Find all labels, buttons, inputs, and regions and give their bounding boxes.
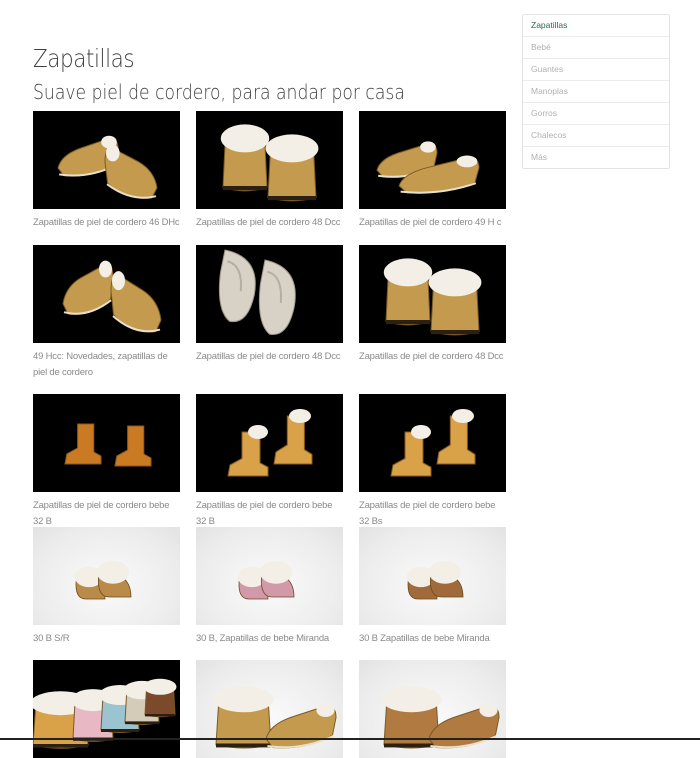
product-image[interactable] (196, 111, 343, 209)
product-caption[interactable]: Zapatillas de piel de cordero 46 DHc (33, 215, 181, 231)
product-image[interactable] (33, 660, 180, 758)
category-sidebar: Zapatillas Bebé Guantes Manoplas Gorros Chale… (522, 14, 670, 169)
product-image[interactable] (33, 111, 180, 209)
product-card[interactable]: Zapatillas de piel de cordero bebe 32 B (33, 394, 181, 530)
product-image[interactable] (33, 527, 180, 625)
product-card[interactable]: Zapatillas de piel de cordero 46 DHc (33, 111, 181, 231)
product-image[interactable] (196, 394, 343, 492)
sidebar-item-1[interactable]: Bebé (523, 37, 669, 59)
product-card[interactable] (359, 660, 507, 758)
product-caption[interactable]: 49 Hcc: Novedades, zapatillas de piel de… (33, 349, 181, 381)
product-image[interactable] (196, 660, 343, 758)
product-image[interactable] (359, 660, 506, 758)
product-caption[interactable]: Zapatillas de piel de cordero 48 Dcc (359, 349, 507, 365)
product-caption[interactable]: 30 B S/R (33, 631, 181, 647)
sidebar-item-3[interactable]: Manoplas (523, 81, 669, 103)
product-caption[interactable]: 30 B Zapatillas de bebe Miranda (359, 631, 507, 647)
product-image[interactable] (359, 527, 506, 625)
product-image[interactable] (33, 245, 180, 343)
product-caption[interactable]: Zapatillas de piel de cordero 48 Dcc (196, 349, 344, 365)
product-card[interactable]: Zapatillas de piel de cordero 49 H c (359, 111, 507, 231)
sidebar-item-5[interactable]: Chalecos (523, 125, 669, 147)
page-title: Zapatillas (33, 44, 135, 73)
product-image[interactable] (33, 394, 180, 492)
product-card[interactable]: Zapatillas de piel de cordero bebe 32 Bs (359, 394, 507, 530)
product-card[interactable]: 49 Hcc: Novedades, zapatillas de piel de… (33, 245, 181, 381)
sidebar-item-4[interactable]: Gorros (523, 103, 669, 125)
product-card[interactable]: 30 B, Zapatillas de bebe Miranda (196, 527, 344, 647)
product-card[interactable]: Zapatillas de piel de cordero 48 Dcc (196, 111, 344, 231)
product-image[interactable] (359, 245, 506, 343)
product-card[interactable]: Zapatillas de piel de cordero 48 Dcc (359, 245, 507, 365)
product-card[interactable]: Zapatillas de piel de cordero bebe 32 B (196, 394, 344, 530)
product-caption[interactable]: Zapatillas de piel de cordero bebe 32 B (196, 498, 344, 530)
product-card[interactable] (33, 660, 181, 758)
page-subtitle: Suave piel de cordero, para andar por ca… (33, 80, 405, 104)
sidebar-item-0[interactable]: Zapatillas (523, 15, 669, 37)
product-card[interactable]: Zapatillas de piel de cordero 48 Dcc (196, 245, 344, 365)
product-caption[interactable]: Zapatillas de piel de cordero bebe 32 Bs (359, 498, 507, 530)
product-card[interactable] (196, 660, 344, 758)
product-card[interactable]: 30 B Zapatillas de bebe Miranda (359, 527, 507, 647)
product-image[interactable] (359, 394, 506, 492)
product-image[interactable] (359, 111, 506, 209)
product-caption[interactable]: Zapatillas de piel de cordero 48 Dcc (196, 215, 344, 231)
product-caption[interactable]: Zapatillas de piel de cordero bebe 32 B (33, 498, 181, 530)
product-image[interactable] (196, 245, 343, 343)
product-caption[interactable]: Zapatillas de piel de cordero 49 H c (359, 215, 507, 231)
product-caption[interactable]: 30 B, Zapatillas de bebe Miranda (196, 631, 344, 647)
product-card[interactable]: 30 B S/R (33, 527, 181, 647)
sidebar-item-2[interactable]: Guantes (523, 59, 669, 81)
sidebar-item-6[interactable]: Más (523, 147, 669, 168)
product-image[interactable] (196, 527, 343, 625)
